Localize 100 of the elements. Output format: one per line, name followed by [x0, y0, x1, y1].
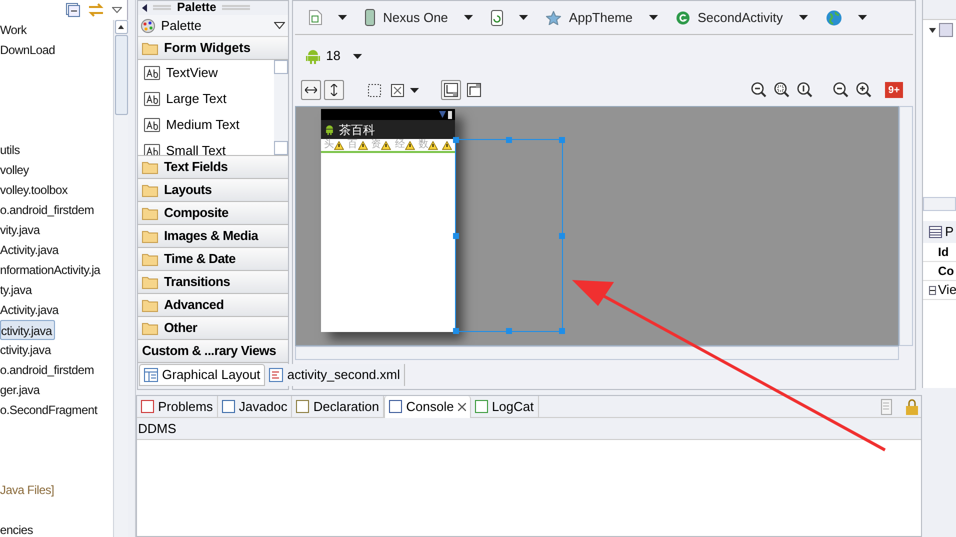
api-level-dropdown[interactable]: 18 [305, 46, 362, 66]
tree-item[interactable]: ger.java [0, 380, 42, 400]
collapse-arrow-icon[interactable] [142, 4, 147, 12]
properties-icon [929, 226, 942, 238]
folder-icon [142, 276, 158, 288]
property-name: Co [938, 263, 954, 280]
caret-icon[interactable] [648, 15, 658, 20]
zoom-out-icon[interactable] [833, 82, 849, 98]
notification-badge[interactable]: 9+ [885, 82, 903, 98]
folder-icon [142, 322, 158, 334]
lock-icon[interactable] [905, 398, 919, 414]
tree-item[interactable]: vity.java [0, 220, 42, 240]
category-header[interactable]: Layouts [138, 179, 288, 202]
layout-button[interactable] [441, 80, 461, 100]
tree-item[interactable]: ctivity.java [0, 320, 55, 340]
property-name: Id [938, 244, 949, 261]
editor-tab[interactable]: Graphical Layout [139, 364, 266, 386]
folder-icon [142, 252, 158, 266]
view-icon [296, 400, 310, 413]
caret-icon[interactable] [353, 54, 362, 58]
category-header[interactable]: Transitions [138, 271, 288, 294]
scrollbar[interactable] [899, 106, 913, 346]
tree-item[interactable]: utils [0, 140, 22, 160]
scrollbar[interactable] [113, 20, 128, 537]
tree-item[interactable]: DownLoad [0, 40, 57, 60]
palette-widget[interactable]: TextView [144, 60, 274, 86]
zoom-in-icon[interactable] [856, 82, 872, 98]
scroll-up-button[interactable] [114, 20, 128, 34]
view-tab[interactable]: Console [384, 396, 471, 418]
view-icon [389, 400, 402, 413]
category-header[interactable]: Custom & ...rary Views [138, 340, 288, 363]
tree-item[interactable]: o.android_firstdem [0, 360, 96, 380]
caret-icon[interactable] [464, 15, 474, 20]
tree-item[interactable]: ctivity.java [0, 340, 53, 360]
category-header[interactable]: Text Fields [138, 156, 288, 179]
drag-handle[interactable] [222, 5, 250, 10]
caret-icon[interactable] [798, 15, 808, 20]
zoom-all-icon[interactable] [774, 82, 790, 98]
tree-item[interactable]: o.android_firstdem [0, 200, 96, 220]
scrollbar-thumb[interactable] [114, 35, 128, 115]
tree-item[interactable]: Work [0, 20, 29, 40]
layout-icon [939, 23, 953, 37]
view-icon [141, 400, 154, 413]
fit-height-button[interactable] [324, 80, 344, 100]
folder-icon [142, 230, 158, 242]
wifi-icon [439, 111, 446, 118]
palette-widget[interactable]: Medium Text [144, 112, 274, 138]
zoom-actual-icon[interactable] [797, 82, 813, 98]
layout-corner-icon [467, 83, 481, 97]
category-header[interactable]: Composite [138, 202, 288, 225]
tree-item[interactable]: Java Files] [0, 480, 56, 500]
scrollbar[interactable] [923, 197, 956, 211]
tree-item[interactable]: volley [0, 160, 31, 180]
tree-item[interactable]: o.SecondFragment [0, 400, 100, 420]
caret-icon[interactable] [338, 15, 347, 20]
horizontal-arrows-icon [305, 86, 317, 94]
category-header[interactable]: Time & Date [138, 248, 288, 271]
view-icon [222, 400, 235, 413]
caret-icon[interactable] [519, 15, 528, 20]
configuration-dropdown[interactable]: SecondActivity [672, 6, 812, 30]
caret-icon[interactable] [858, 15, 867, 20]
tree-item[interactable]: Activity.java [0, 300, 61, 320]
globe-icon [826, 10, 842, 26]
text-widget-icon [144, 66, 160, 80]
android-icon [324, 124, 335, 135]
scrollbar[interactable] [274, 60, 288, 155]
tree-item[interactable]: Activity.java [0, 240, 61, 260]
warning-icon [381, 140, 392, 150]
collapse-all-icon[interactable] [66, 3, 80, 17]
category-header[interactable]: Advanced [138, 294, 288, 317]
folder-icon [142, 298, 158, 312]
palette-selector[interactable]: Palette [138, 15, 288, 37]
fit-width-button[interactable] [301, 80, 321, 100]
layout-button[interactable] [464, 80, 484, 100]
palette-widget[interactable]: Large Text [144, 86, 274, 112]
tree-item[interactable]: encies [0, 520, 35, 537]
configuration-dropdown[interactable]: Nexus One [361, 6, 478, 30]
zoom-fit-icon[interactable] [751, 82, 767, 98]
class-icon [676, 10, 690, 24]
caret-icon[interactable] [410, 88, 419, 92]
tree-item[interactable]: volley.toolbox [0, 180, 70, 200]
view-icon [474, 400, 488, 413]
scrollbar[interactable] [295, 346, 899, 360]
tree-item[interactable]: ty.java [0, 280, 34, 300]
warning-icon [442, 140, 452, 150]
collapse-icon[interactable] [929, 286, 936, 294]
category-header[interactable]: Form Widgets [138, 37, 288, 60]
configuration-dropdown[interactable]: AppTheme [542, 6, 662, 30]
category-header[interactable]: Other [138, 317, 288, 340]
tree-item[interactable]: nformationActivity.ja [0, 260, 102, 280]
console-title: DDMS [137, 418, 921, 440]
document-icon [309, 10, 322, 25]
drag-handle[interactable] [153, 5, 171, 10]
category-header[interactable]: Images & Media [138, 225, 288, 248]
close-icon[interactable] [458, 402, 466, 410]
expand-arrow-icon[interactable] [929, 28, 936, 32]
view-menu-icon[interactable] [112, 7, 122, 13]
dropdown-icon[interactable] [274, 22, 285, 29]
xml-file-icon [269, 368, 284, 382]
text-widget-icon [144, 92, 160, 106]
